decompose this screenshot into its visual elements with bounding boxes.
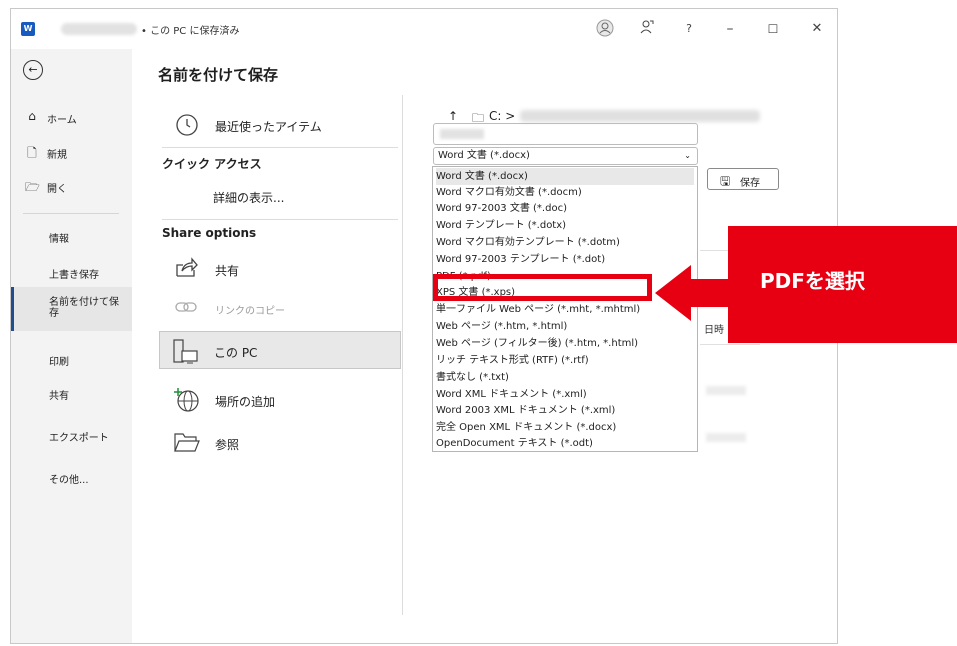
blurred-date [706, 386, 746, 395]
up-arrow-icon[interactable]: ↑ [448, 109, 458, 123]
save-button[interactable]: 🖫 保存 [707, 168, 779, 190]
location-share[interactable]: 共有 [215, 262, 239, 279]
nav-item-new[interactable]: 🗋 新規 [11, 136, 132, 168]
back-arrow-icon[interactable]: ← [23, 60, 43, 80]
home-icon: ⌂ [28, 109, 36, 123]
file-type-select[interactable]: Word 文書 (*.docx) ⌄ [433, 147, 698, 165]
maximize-icon[interactable]: ☐ [763, 19, 783, 39]
this-pc-label: この PC [214, 346, 258, 360]
nav-item-info[interactable]: 情報 [11, 220, 132, 252]
globe-add-icon [174, 387, 200, 418]
share-icon [174, 257, 198, 284]
section-divider [162, 147, 398, 148]
pdf-highlight-box [433, 274, 652, 301]
computer-icon [173, 339, 199, 370]
file-type-option[interactable]: Word テンプレート (*.dotx) [436, 217, 566, 234]
location-browse[interactable]: 参照 [215, 436, 239, 453]
save-icon: 🖫 [720, 174, 731, 188]
file-type-option[interactable]: 書式なし (*.txt) [436, 369, 509, 386]
backstage-nav: ← ⌂ ホーム 🗋 新規 🗁 開く 情報 上書き保存 名前を付けて保存 印刷 共… [11, 49, 132, 643]
file-type-option[interactable]: 完全 Open XML ドキュメント (*.docx) [436, 419, 616, 436]
nav-item-export[interactable]: エクスポート [11, 419, 132, 451]
file-type-option[interactable]: Word マクロ有効テンプレート (*.dotm) [436, 234, 620, 251]
folder-icon [174, 431, 200, 458]
share-options-heading: Share options [162, 226, 257, 240]
minimize-icon[interactable]: – [720, 19, 740, 39]
save-status: • この PC に保存済み [141, 26, 240, 37]
list-divider [700, 344, 760, 345]
file-type-option[interactable]: Word 97-2003 文書 (*.doc) [436, 200, 567, 217]
pane-divider [402, 95, 403, 615]
nav-item-home[interactable]: ⌂ ホーム [11, 101, 132, 133]
word-app-icon: W [21, 22, 35, 36]
file-type-option[interactable]: OpenDocument テキスト (*.odt) [436, 435, 593, 451]
nav-item-share[interactable]: 共有 [11, 377, 132, 409]
coauthor-icon[interactable] [637, 19, 657, 39]
file-type-option[interactable]: Word 97-2003 テンプレート (*.dot) [436, 251, 605, 268]
show-more-link[interactable]: 詳細の表示... [213, 189, 284, 206]
blurred-file-name [61, 23, 137, 35]
location-add-place[interactable]: 場所の追加 [215, 393, 275, 410]
clock-icon [175, 113, 199, 142]
file-type-option[interactable]: Word 文書 (*.docx) [436, 168, 694, 185]
title-bar: W • この PC に保存済み ? – ☐ ✕ [11, 9, 837, 49]
location-copy-link[interactable]: リンクのコピー [215, 302, 285, 317]
file-type-option[interactable]: リッチ テキスト形式 (RTF) (*.rtf) [436, 352, 589, 369]
nav-item-save[interactable]: 上書き保存 [11, 256, 132, 288]
callout-text: PDFを選択 [760, 269, 865, 293]
nav-item-save-as[interactable]: 名前を付けて保存 [11, 287, 132, 331]
nav-item-print[interactable]: 印刷 [11, 343, 132, 375]
chevron-down-icon: ⌄ [684, 151, 691, 160]
nav-item-more[interactable]: その他... [11, 461, 132, 493]
file-type-option[interactable]: Word マクロ有効文書 (*.docm) [436, 184, 582, 201]
file-type-option[interactable]: Web ページ (*.htm, *.html) [436, 318, 567, 335]
nav-divider [23, 213, 119, 214]
path-prefix[interactable]: C: > [489, 109, 515, 123]
account-icon[interactable] [595, 19, 615, 39]
link-icon [174, 298, 198, 321]
open-folder-icon: 🗁 [25, 180, 40, 194]
file-type-option[interactable]: 単一ファイル Web ページ (*.mht, *.mhtml) [436, 301, 640, 318]
file-type-option[interactable]: Word 2003 XML ドキュメント (*.xml) [436, 402, 615, 419]
help-icon[interactable]: ? [679, 19, 699, 39]
nav-item-open[interactable]: 🗁 開く [11, 170, 132, 202]
file-type-option[interactable]: Web ページ (フィルター後) (*.htm, *.html) [436, 335, 638, 352]
list-divider [700, 250, 728, 251]
blurred-path [520, 110, 760, 122]
column-header-date: 日時 [704, 325, 724, 336]
location-recent[interactable]: 最近使ったアイテム [215, 118, 322, 135]
page-title: 名前を付けて保存 [158, 66, 279, 84]
close-icon[interactable]: ✕ [807, 19, 827, 39]
section-divider [162, 219, 398, 220]
blurred-date [706, 433, 746, 442]
file-name-input[interactable] [433, 123, 698, 145]
quick-access-heading: クイック アクセス [162, 157, 262, 171]
file-type-option[interactable]: Word XML ドキュメント (*.xml) [436, 386, 587, 403]
new-document-icon: 🗋 [27, 146, 37, 160]
